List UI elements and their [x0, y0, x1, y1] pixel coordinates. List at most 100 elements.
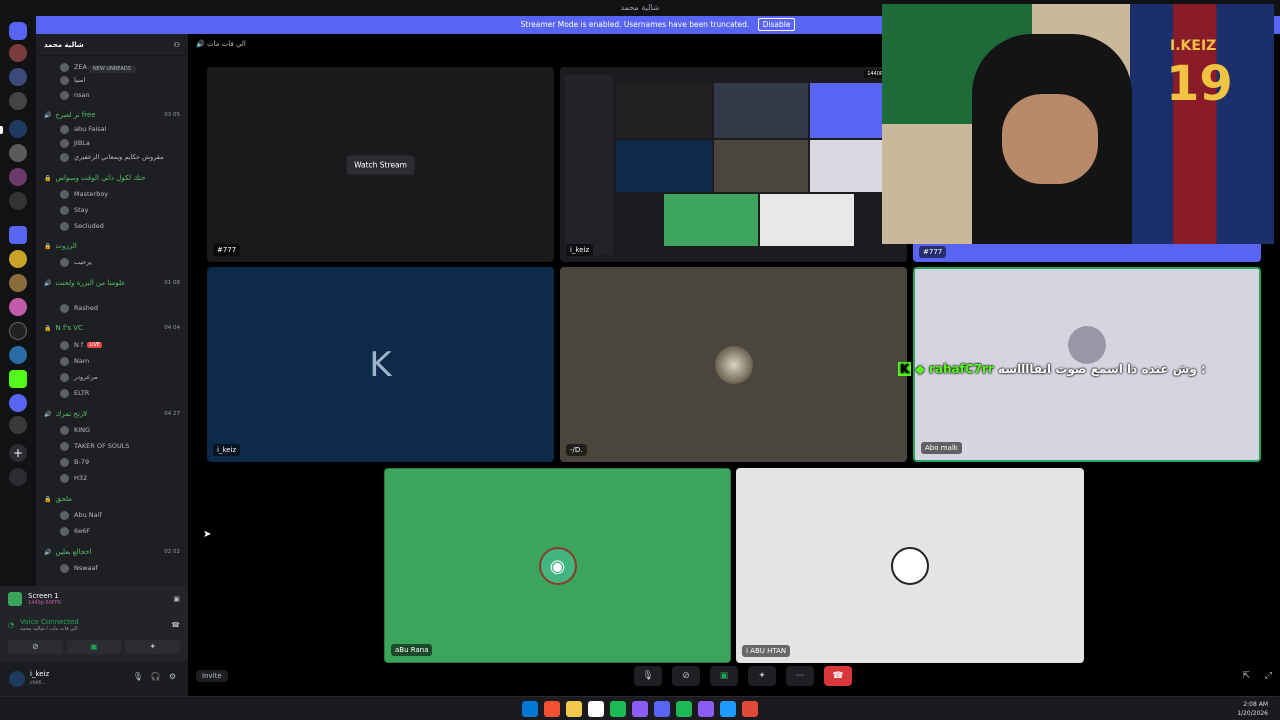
taskbar-app-icon[interactable]	[720, 701, 736, 717]
screen-share-tile[interactable]: 1440P 60FPS i_keiz	[560, 67, 907, 262]
server-icon[interactable]	[9, 144, 27, 162]
server-icon[interactable]	[9, 92, 27, 110]
taskbar-app-icon[interactable]	[588, 701, 604, 717]
voice-channel[interactable]: 🔒 حنك لكول دائي الوقت وسواس	[36, 171, 188, 185]
disconnect-icon[interactable]: ☎	[171, 621, 180, 629]
server-icon[interactable]	[9, 416, 27, 434]
taskbar-app-icon[interactable]	[544, 701, 560, 717]
add-server-icon[interactable]: +	[9, 444, 27, 462]
voice-channel[interactable]: 🔊 لازتح تمرك 04 27	[36, 407, 188, 421]
taskbar-app-icon[interactable]	[676, 701, 692, 717]
voice-user[interactable]: abu Faisal	[36, 122, 188, 136]
voice-user[interactable]: JIBLa	[36, 136, 188, 150]
clock-time[interactable]: 2:08 AM	[1237, 700, 1268, 709]
voice-user[interactable]: Masterboy	[36, 187, 188, 201]
kick-logo-icon: K	[898, 362, 912, 376]
server-icon[interactable]	[9, 68, 27, 86]
tile-name: i_keiz	[213, 444, 241, 456]
share-screen-icon[interactable]: ▣	[66, 640, 122, 654]
taskbar-app-icon[interactable]	[632, 701, 648, 717]
kick-server-icon[interactable]	[9, 370, 27, 388]
voice-user[interactable]: يرحيب	[36, 255, 188, 269]
taskbar-app-icon[interactable]	[566, 701, 582, 717]
voice-user[interactable]: Nswaaf	[36, 561, 188, 575]
avatar	[60, 221, 69, 231]
activities-icon[interactable]: ✦	[748, 666, 776, 686]
server-icon[interactable]	[9, 322, 27, 340]
taskbar-app-icon[interactable]	[742, 701, 758, 717]
voice-user[interactable]: Nam	[36, 354, 188, 368]
voice-user[interactable]: KING	[36, 423, 188, 437]
microphone-icon[interactable]: 🎙	[634, 666, 662, 686]
participant-tile[interactable]: K i_keiz	[207, 267, 554, 462]
user-avatar[interactable]	[9, 671, 25, 687]
server-icon[interactable]	[9, 250, 27, 268]
voice-user[interactable]: nsan	[36, 88, 188, 102]
voice-user[interactable]: Stay	[36, 203, 188, 217]
voice-user[interactable]: امنيا	[36, 73, 188, 87]
add-member-icon[interactable]: ⚇	[174, 41, 180, 49]
share-screen-icon[interactable]: ▣	[710, 666, 738, 686]
voice-user[interactable]: B-79	[36, 455, 188, 469]
server-icon[interactable]	[9, 168, 27, 186]
voice-user[interactable]: ELTR	[36, 386, 188, 400]
voice-user[interactable]: H32	[36, 471, 188, 485]
participant-tile[interactable]: l ABU HTAN	[736, 468, 1084, 663]
server-icon[interactable]	[9, 394, 27, 412]
taskbar: 2:08 AM 1/20/2026	[0, 696, 1280, 720]
voice-user[interactable]: مقروش حكايم وبمعاني الزعفيري	[36, 150, 188, 164]
watch-stream-button[interactable]: Watch Stream	[346, 155, 415, 174]
server-icon[interactable]	[9, 44, 27, 62]
user-name: ZEA	[74, 63, 88, 71]
microphone-icon[interactable]: 🎙	[133, 672, 143, 681]
voice-user[interactable]: N f LIVE	[36, 338, 188, 352]
voice-user[interactable]: مرعرودر	[36, 370, 188, 384]
more-options-icon[interactable]: ⋯	[786, 666, 814, 686]
stop-stream-icon[interactable]: ▣	[173, 595, 180, 603]
activities-icon[interactable]: ✦	[125, 640, 181, 654]
taskbar-app-icon[interactable]	[610, 701, 626, 717]
server-header[interactable]: شالية محمد ⚇	[36, 34, 188, 56]
discord-home-icon[interactable]	[9, 22, 27, 40]
disable-streamer-mode-button[interactable]: Disable	[757, 18, 796, 31]
voice-channel[interactable]: 🔒 N f's VC 04 04	[36, 321, 188, 335]
windows-start-icon[interactable]	[522, 701, 538, 717]
voice-user[interactable]: ZEA	[36, 60, 188, 74]
voice-channel-path[interactable]: الي فات مات / شالية محمد	[20, 626, 79, 632]
voice-user[interactable]: Secluded	[36, 219, 188, 233]
server-icon[interactable]	[9, 274, 27, 292]
settings-gear-icon[interactable]: ⚙	[169, 672, 176, 681]
disconnect-call-button[interactable]: ☎	[824, 666, 852, 686]
voice-user[interactable]: 6e6F	[36, 524, 188, 538]
headphones-icon[interactable]: 🎧	[151, 672, 161, 681]
call-controls: 🎙 ⊘ ▣ ✦ ⋯ ☎	[634, 664, 852, 688]
voice-user[interactable]: TAKER OF SOULS	[36, 439, 188, 453]
discover-icon[interactable]	[9, 468, 27, 486]
avatar	[891, 546, 929, 585]
clock-date[interactable]: 1/20/2026	[1237, 709, 1268, 718]
camera-off-icon[interactable]: ⊘	[8, 640, 63, 654]
taskbar-app-icon[interactable]	[698, 701, 714, 717]
server-icon[interactable]	[9, 192, 27, 210]
voice-user[interactable]: Rashed	[36, 301, 188, 315]
participant-tile[interactable]: ◉ aBu Rana	[384, 468, 731, 663]
user-name: Stay	[74, 206, 89, 214]
invite-button[interactable]: Invite	[196, 670, 228, 682]
folder-icon[interactable]	[9, 226, 27, 244]
voice-channel[interactable]: 🔊 علومنا من البزرة ولحنت 01 08	[36, 276, 188, 290]
voice-channel[interactable]: 🔊 تر لعيرح free 03 05	[36, 108, 188, 122]
voice-channel[interactable]: 🔊 احجالع بعلين 02 02	[36, 545, 188, 559]
participant-tile[interactable]: -/D.	[560, 267, 907, 462]
stream-tile[interactable]: Watch Stream #777	[207, 67, 554, 262]
server-icon[interactable]	[9, 298, 27, 316]
server-icon[interactable]	[9, 346, 27, 364]
voice-user[interactable]: Abu Naif	[36, 508, 188, 522]
popout-icon[interactable]: ⇱	[1242, 671, 1250, 681]
taskbar-app-icon[interactable]	[654, 701, 670, 717]
server-icon-k[interactable]	[9, 120, 27, 138]
fullscreen-icon[interactable]: ⤢	[1265, 671, 1272, 681]
voice-channel[interactable]: 🔒 ملحق	[36, 492, 188, 506]
voice-channel[interactable]: 🔒 الرزوت	[36, 239, 188, 253]
avatar	[60, 138, 69, 148]
camera-off-icon[interactable]: ⊘	[672, 666, 700, 686]
